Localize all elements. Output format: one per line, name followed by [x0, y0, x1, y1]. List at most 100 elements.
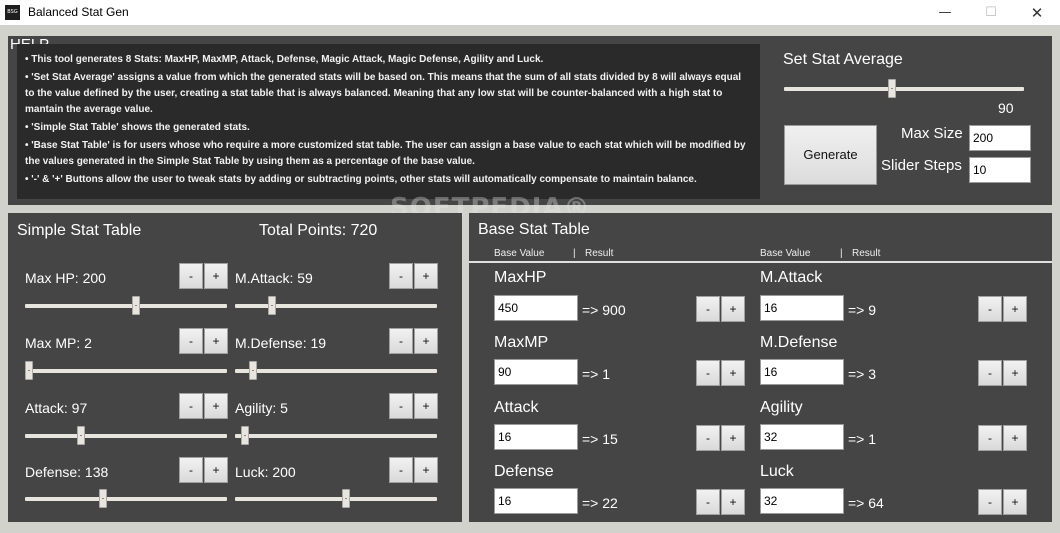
simple-stat-table-title: Simple Stat Table: [17, 222, 142, 239]
base-value-agility-input[interactable]: 32: [760, 424, 844, 450]
stat-label-defense: Defense: 138: [25, 464, 109, 480]
base-result-maxmp: => 1: [582, 366, 611, 382]
luck-slider[interactable]: [235, 489, 437, 508]
base-label-m-defense: M.Defense: [760, 334, 838, 351]
attack-plus-button[interactable]: +: [721, 425, 745, 451]
attack-plus-button[interactable]: +: [204, 393, 228, 419]
max-mp-slider[interactable]: [25, 361, 227, 380]
base-label-maxmp: MaxMP: [494, 334, 549, 351]
m-defense-minus-button[interactable]: -: [389, 328, 413, 354]
base-result-m-defense: => 3: [848, 366, 877, 382]
luck-minus-button[interactable]: -: [389, 457, 413, 483]
base-value-m-defense-input[interactable]: 16: [760, 359, 844, 385]
m-defense-slider[interactable]: [235, 361, 437, 380]
stat-label-m-attack: M.Attack: 59: [235, 270, 313, 286]
base-stat-table-panel: Base Stat Table Base Value | Result Base…: [469, 213, 1052, 522]
close-button[interactable]: ✕: [1014, 0, 1060, 26]
max-mp-minus-button[interactable]: -: [179, 328, 203, 354]
defense-minus-button[interactable]: -: [696, 489, 720, 515]
slider-thumb[interactable]: [132, 296, 140, 315]
m-attack-plus-button[interactable]: +: [414, 263, 438, 289]
base-value-defense-input[interactable]: 16: [494, 488, 578, 514]
stat-label-max-hp: Max HP: 200: [25, 270, 106, 286]
max-hp-minus-button[interactable]: -: [179, 263, 203, 289]
m-attack-slider[interactable]: [235, 296, 437, 315]
slider-thumb[interactable]: [25, 361, 33, 380]
help-line: • 'Simple Stat Table' shows the generate…: [25, 122, 250, 133]
m-attack-minus-button[interactable]: -: [978, 296, 1002, 322]
header-separator: |: [840, 248, 843, 259]
slider-steps-input[interactable]: [969, 157, 1031, 183]
luck-minus-button[interactable]: -: [978, 489, 1002, 515]
defense-plus-button[interactable]: +: [204, 457, 228, 483]
base-label-maxhp: MaxHP: [494, 269, 547, 286]
m-defense-plus-button[interactable]: +: [414, 328, 438, 354]
defense-plus-button[interactable]: +: [721, 489, 745, 515]
maxhp-plus-button[interactable]: +: [721, 296, 745, 322]
max-hp-plus-button[interactable]: +: [204, 263, 228, 289]
app-icon: BSG: [5, 5, 20, 20]
base-value-maxhp-input[interactable]: 450: [494, 295, 578, 321]
slider-thumb[interactable]: [77, 426, 85, 445]
m-defense-minus-button[interactable]: -: [978, 360, 1002, 386]
max-size-label: Max Size: [901, 125, 963, 142]
max-mp-plus-button[interactable]: +: [204, 328, 228, 354]
m-defense-plus-button[interactable]: +: [1003, 360, 1027, 386]
window-title: Balanced Stat Gen: [28, 5, 129, 19]
stat-average-value: 90: [998, 100, 1014, 116]
base-label-agility: Agility: [760, 399, 803, 416]
agility-plus-button[interactable]: +: [1003, 425, 1027, 451]
help-line: • 'Base Stat Table' is for users whose w…: [25, 140, 746, 167]
base-value-attack-input[interactable]: 16: [494, 424, 578, 450]
header-base-value: Base Value: [760, 248, 811, 259]
attack-slider[interactable]: [25, 426, 227, 445]
defense-slider[interactable]: [25, 489, 227, 508]
stat-label-agility: Agility: 5: [235, 400, 288, 416]
set-stat-average-label: Set Stat Average: [783, 51, 903, 68]
attack-minus-button[interactable]: -: [696, 425, 720, 451]
base-stat-table-title: Base Stat Table: [478, 221, 590, 238]
header-base-value: Base Value: [494, 248, 545, 259]
base-result-luck: => 64: [848, 495, 884, 511]
attack-minus-button[interactable]: -: [179, 393, 203, 419]
maxhp-minus-button[interactable]: -: [696, 296, 720, 322]
slider-thumb[interactable]: [342, 489, 350, 508]
stat-label-attack: Attack: 97: [25, 400, 88, 416]
agility-plus-button[interactable]: +: [414, 393, 438, 419]
m-attack-plus-button[interactable]: +: [1003, 296, 1027, 322]
luck-plus-button[interactable]: +: [1003, 489, 1027, 515]
base-value-maxmp-input[interactable]: 90: [494, 359, 578, 385]
maximize-button[interactable]: ☐: [968, 0, 1014, 26]
maxmp-minus-button[interactable]: -: [696, 360, 720, 386]
base-label-attack: Attack: [494, 399, 539, 416]
luck-plus-button[interactable]: +: [414, 457, 438, 483]
base-value-luck-input[interactable]: 32: [760, 488, 844, 514]
maxmp-plus-button[interactable]: +: [721, 360, 745, 386]
slider-thumb[interactable]: [241, 426, 249, 445]
base-result-m-attack: => 9: [848, 302, 877, 318]
max-hp-slider[interactable]: [25, 296, 227, 315]
slider-thumb[interactable]: [249, 361, 257, 380]
stat-average-slider[interactable]: [784, 79, 1024, 98]
help-line: • '-' & '+' Buttons allow the user to tw…: [25, 174, 697, 185]
generate-button[interactable]: Generate: [784, 125, 877, 185]
base-value-m-attack-input[interactable]: 16: [760, 295, 844, 321]
base-result-defense: => 22: [582, 495, 618, 511]
base-label-m-attack: M.Attack: [760, 269, 823, 286]
agility-minus-button[interactable]: -: [389, 393, 413, 419]
help-line: • This tool generates 8 Stats: MaxHP, Ma…: [25, 54, 544, 65]
stat-average-slider-thumb[interactable]: [888, 79, 896, 98]
defense-minus-button[interactable]: -: [179, 457, 203, 483]
base-label-luck: Luck: [760, 463, 794, 480]
minimize-button[interactable]: —: [922, 0, 968, 26]
header-result: Result: [585, 248, 614, 259]
slider-thumb[interactable]: [268, 296, 276, 315]
base-label-defense: Defense: [494, 463, 554, 480]
slider-thumb[interactable]: [99, 489, 107, 508]
m-attack-minus-button[interactable]: -: [389, 263, 413, 289]
base-result-attack: => 15: [582, 431, 618, 447]
max-size-input[interactable]: [969, 125, 1031, 151]
agility-minus-button[interactable]: -: [978, 425, 1002, 451]
agility-slider[interactable]: [235, 426, 437, 445]
header-divider: [469, 261, 1052, 263]
